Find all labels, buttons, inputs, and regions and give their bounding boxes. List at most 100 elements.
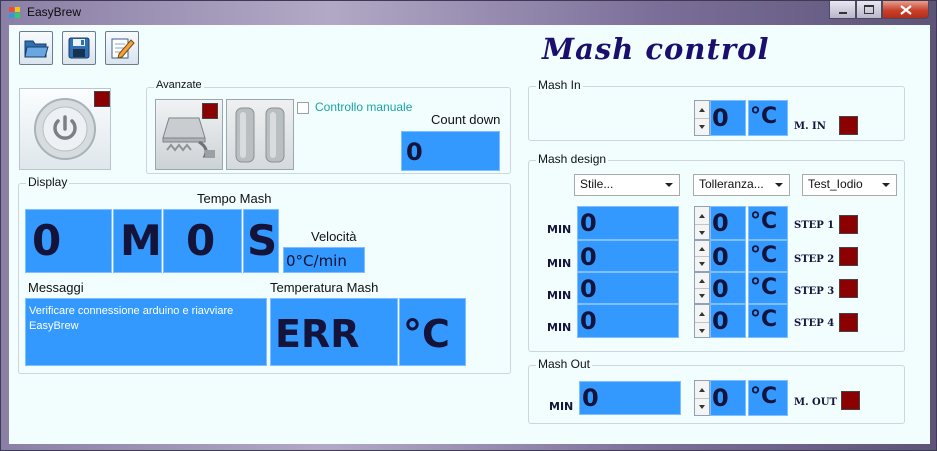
minutes-unit-display: M [113, 209, 162, 273]
step-indicator [839, 313, 858, 332]
step-temp-spinner[interactable]: 0 [694, 206, 746, 240]
step-temp-spinner[interactable]: 0 [694, 304, 746, 338]
spin-up-icon[interactable] [695, 305, 709, 323]
app-window: EasyBrew Mash control Avanzate Controllo… [0, 0, 937, 451]
countdown-value: 0 [406, 138, 423, 166]
step-unit-box: °C [748, 304, 788, 338]
pump-button[interactable] [226, 99, 294, 170]
step-temp-value: 0 [712, 275, 729, 303]
step-spin-arrows[interactable] [694, 304, 710, 338]
step-spin-arrows[interactable] [694, 206, 710, 240]
step-tag: STEP 4 [794, 318, 835, 329]
step-minutes-field[interactable]: 0 [577, 240, 679, 272]
heater-button[interactable] [155, 99, 223, 170]
mash-out-minutes-field[interactable]: 0 [579, 381, 681, 415]
mash-design-label: Mash design [536, 152, 609, 166]
spin-down-icon[interactable] [695, 398, 709, 415]
title-bar: EasyBrew [1, 1, 936, 25]
messages-box: Verificare connessione arduino e riavvia… [25, 298, 267, 366]
temperatura-mash-label: Temperatura Mash [270, 280, 379, 295]
close-button[interactable] [882, 1, 929, 19]
step-temp-spinner[interactable]: 0 [694, 240, 746, 272]
step-unit: °C [750, 275, 778, 300]
step-row-3: MIN 0 0 °C STEP 3 [529, 272, 904, 306]
mash-out-unit: °C [750, 384, 778, 409]
tolleranza-combo[interactable]: Tolleranza... [693, 174, 790, 196]
spin-up-icon[interactable] [695, 101, 709, 119]
pump-icon [235, 107, 285, 163]
step-minutes-field[interactable]: 0 [577, 304, 679, 338]
stile-combo[interactable]: Stile... [574, 174, 680, 196]
step-minutes-field[interactable]: 0 [577, 272, 679, 304]
spin-up-icon[interactable] [695, 241, 709, 257]
mash-in-spin-arrows[interactable] [694, 100, 710, 136]
mash-in-group: Mash In 0 °C M. IN [528, 78, 905, 141]
open-file-button[interactable] [19, 31, 53, 65]
display-label: Display [26, 175, 70, 189]
countdown-field[interactable]: 0 [401, 131, 500, 171]
step-temp-spinner[interactable]: 0 [694, 272, 746, 304]
step-spin-arrows[interactable] [694, 272, 710, 304]
step-unit: °C [750, 307, 778, 332]
mash-out-spin-arrows[interactable] [694, 380, 710, 416]
step-row-4: MIN 0 0 °C STEP 4 [529, 304, 904, 338]
step-minutes-value: 0 [580, 209, 597, 237]
step-unit-box: °C [748, 272, 788, 304]
window-title: EasyBrew [27, 5, 82, 19]
mash-in-temp-field[interactable]: 0 [710, 100, 746, 136]
spin-up-icon[interactable] [695, 273, 709, 289]
mash-out-min-label: MIN [549, 400, 574, 413]
step-temp-field[interactable]: 0 [710, 272, 746, 304]
spin-down-icon[interactable] [695, 224, 709, 241]
minutes-value: 0 [32, 216, 62, 265]
step-temp-value: 0 [712, 307, 729, 335]
test-iodio-combo[interactable]: Test_Iodio [802, 174, 897, 196]
step-unit: °C [750, 209, 778, 234]
step-minutes-value: 0 [580, 275, 597, 303]
minutes-unit: M [120, 216, 162, 265]
mash-out-unit-box: °C [748, 380, 788, 416]
spin-down-icon[interactable] [695, 322, 709, 339]
step-min-label: MIN [547, 289, 572, 302]
manual-control-checkbox[interactable] [297, 102, 309, 114]
stile-combo-value: Stile... [580, 177, 614, 191]
step-temp-value: 0 [712, 243, 729, 271]
test-iodio-combo-value: Test_Iodio [808, 177, 863, 191]
step-temp-field[interactable]: 0 [710, 240, 746, 272]
spin-down-icon[interactable] [695, 288, 709, 303]
step-minutes-field[interactable]: 0 [577, 206, 679, 240]
power-button[interactable] [19, 88, 111, 170]
save-file-button[interactable] [62, 31, 96, 65]
temperature-display: ERR [270, 298, 398, 366]
manual-control-label: Controllo manuale [315, 100, 413, 114]
mash-out-indicator [841, 391, 860, 410]
app-icon [9, 7, 21, 19]
power-icon [34, 98, 96, 160]
maximize-button[interactable] [856, 1, 882, 19]
messages-text: Verificare connessione arduino e riavvia… [29, 305, 234, 332]
step-spin-arrows[interactable] [694, 240, 710, 272]
spin-down-icon[interactable] [695, 118, 709, 135]
step-tag: STEP 3 [794, 286, 835, 297]
save-icon [68, 37, 90, 59]
spin-down-icon[interactable] [695, 256, 709, 271]
mash-in-temp-spinner[interactable]: 0 [694, 100, 746, 136]
seconds-value: 0 [186, 216, 216, 265]
tempo-mash-label: Tempo Mash [197, 191, 272, 206]
step-row-1: MIN 0 0 °C STEP 1 [529, 206, 904, 240]
chevron-down-icon [882, 183, 890, 187]
power-indicator [94, 91, 110, 107]
mash-design-group: Mash design Stile... Tolleranza... Test_… [528, 152, 905, 352]
spin-up-icon[interactable] [695, 381, 709, 399]
spin-up-icon[interactable] [695, 207, 709, 225]
step-temp-field[interactable]: 0 [710, 206, 746, 240]
mash-out-temp-field[interactable]: 0 [710, 380, 746, 416]
mash-out-temp-spinner[interactable]: 0 [694, 380, 746, 416]
step-min-label: MIN [547, 321, 572, 334]
temperature-value: ERR [275, 312, 360, 356]
velocita-value: 0°C/min [286, 252, 347, 270]
step-temp-field[interactable]: 0 [710, 304, 746, 338]
minutes-display: 0 [25, 209, 112, 273]
minimize-button[interactable] [829, 1, 856, 19]
edit-button[interactable] [105, 31, 139, 65]
